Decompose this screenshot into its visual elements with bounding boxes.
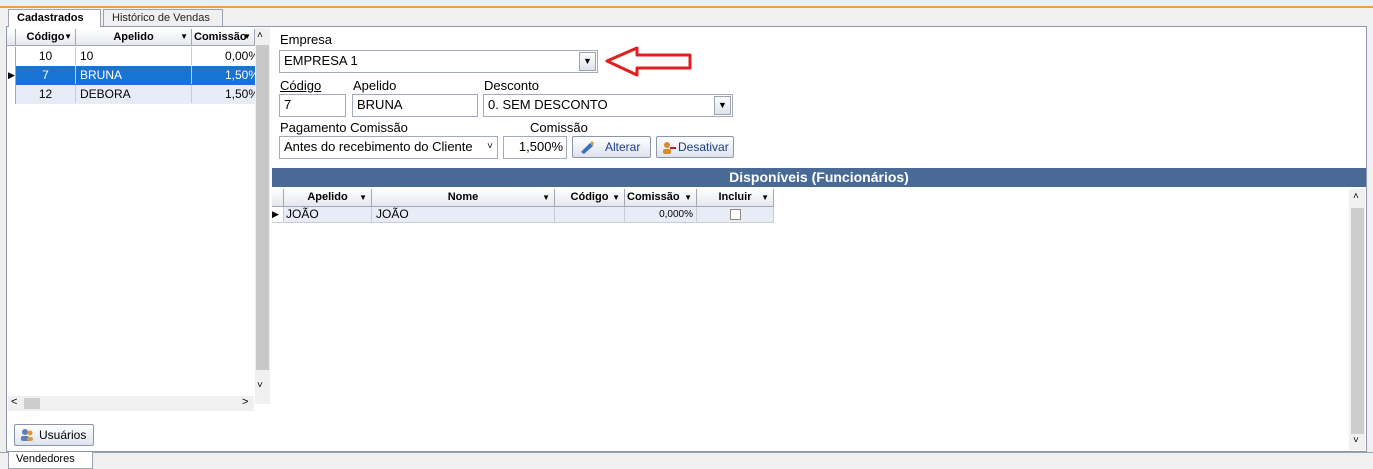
alterar-button-label: Alterar bbox=[605, 140, 641, 154]
row-indicator bbox=[8, 85, 16, 104]
cell-codigo[interactable] bbox=[555, 207, 625, 223]
table-row[interactable]: 12 DEBORA 1,50% bbox=[16, 85, 262, 104]
pagamento-value: Antes do recebimento do Cliente bbox=[284, 139, 473, 154]
cell-apelido: BRUNA bbox=[76, 66, 192, 84]
codigo-field[interactable]: 7 bbox=[279, 94, 346, 117]
empresa-select[interactable]: EMPRESA 1 ▼ bbox=[279, 50, 598, 73]
filter-dropdown-icon[interactable]: ▼ bbox=[612, 189, 620, 206]
pagamento-comissao-label: Pagamento Comissão bbox=[280, 120, 408, 135]
grid-corner bbox=[272, 189, 284, 207]
chevron-down-icon[interactable]: ▼ bbox=[579, 52, 596, 71]
row-indicator bbox=[8, 47, 16, 66]
col-header-codigo[interactable]: Código ▼ bbox=[16, 29, 76, 46]
left-vertical-scroll-thumb[interactable] bbox=[256, 45, 269, 370]
table-row[interactable]: 10 10 0,00% bbox=[16, 47, 262, 66]
col-header-codigo[interactable]: Código ▼ bbox=[555, 189, 625, 207]
col-header-apelido[interactable]: Apelido ▼ bbox=[76, 29, 192, 46]
scroll-up-icon[interactable]: ˄ bbox=[257, 30, 263, 41]
filter-dropdown-icon[interactable]: ▼ bbox=[761, 189, 769, 206]
tab-vendedores[interactable]: Vendedores bbox=[8, 452, 93, 469]
scroll-up-icon[interactable]: ˄ bbox=[1353, 191, 1359, 202]
col-header-apelido-label: Apelido bbox=[113, 31, 154, 43]
cell-codigo: 12 bbox=[16, 85, 76, 103]
grid-corner bbox=[7, 29, 16, 46]
desconto-label: Desconto bbox=[484, 78, 539, 93]
table-row-selected[interactable]: 7 BRUNA 1,50% bbox=[16, 66, 262, 85]
bottom-tab-strip bbox=[0, 452, 1373, 469]
cell-codigo: 10 bbox=[16, 47, 76, 65]
col-header-codigo-label: Código bbox=[26, 31, 65, 43]
col-header-incluir[interactable]: Incluir ▼ bbox=[697, 189, 774, 207]
filter-dropdown-icon[interactable]: ▼ bbox=[64, 29, 72, 45]
red-arrow-annotation-icon bbox=[605, 46, 692, 77]
col-header-comissao-label: Comissão bbox=[627, 191, 680, 203]
usuarios-button[interactable]: Usuários bbox=[14, 424, 94, 446]
users-icon bbox=[21, 429, 33, 441]
col-header-apelido-label: Apelido bbox=[307, 191, 348, 203]
filter-dropdown-icon[interactable]: ▼ bbox=[359, 189, 367, 206]
scroll-down-icon[interactable]: ˅ bbox=[257, 380, 263, 391]
apelido-label: Apelido bbox=[353, 78, 397, 93]
col-header-nome[interactable]: Nome ▼ bbox=[372, 189, 555, 207]
empresa-value: EMPRESA 1 bbox=[284, 53, 358, 68]
empresa-label: Empresa bbox=[280, 32, 333, 47]
col-header-comissao-label: Comissão bbox=[194, 31, 247, 43]
top-accent-line bbox=[0, 6, 1373, 8]
desativar-button[interactable]: Desativar bbox=[656, 136, 734, 158]
col-header-comissao[interactable]: Comissão ▼ bbox=[192, 29, 255, 46]
desativar-button-label: Desativar bbox=[678, 140, 729, 154]
desconto-select[interactable]: 0. SEM DESCONTO ▼ bbox=[483, 94, 733, 117]
user-remove-icon bbox=[663, 142, 676, 154]
cell-codigo: 7 bbox=[16, 66, 76, 84]
cell-apelido: 10 bbox=[76, 47, 192, 65]
codigo-label: Código bbox=[280, 78, 322, 93]
tab-historico-vendas[interactable]: Histórico de Vendas bbox=[103, 9, 223, 27]
cell-apelido[interactable]: JOÃO bbox=[284, 207, 372, 223]
current-row-indicator-icon: ▶ bbox=[8, 66, 16, 85]
cell-nome[interactable]: JOÃO bbox=[372, 207, 555, 223]
filter-dropdown-icon[interactable]: ▼ bbox=[243, 29, 251, 45]
disponiveis-title-bar: Disponíveis (Funcionários) bbox=[272, 168, 1366, 187]
desconto-value: 0. SEM DESCONTO bbox=[488, 97, 608, 112]
col-header-apelido[interactable]: Apelido ▼ bbox=[284, 189, 372, 207]
pagamento-comissao-select[interactable]: Antes do recebimento do Cliente ˅ bbox=[279, 136, 498, 159]
cell-comissao: 1,50% bbox=[224, 68, 259, 82]
cell-apelido: DEBORA bbox=[76, 85, 192, 103]
filter-dropdown-icon[interactable]: ▼ bbox=[180, 29, 188, 45]
chevron-down-icon[interactable]: ▼ bbox=[714, 96, 731, 115]
left-horizontal-scrollbar[interactable] bbox=[8, 396, 254, 411]
scroll-right-icon[interactable]: > bbox=[242, 396, 248, 408]
alterar-button[interactable]: Alterar bbox=[572, 136, 651, 158]
comissao-field[interactable]: 1,500% bbox=[503, 136, 567, 159]
tab-cadastrados[interactable]: Cadastrados bbox=[8, 9, 101, 27]
col-header-codigo-label: Código bbox=[570, 191, 609, 203]
cell-comissao: 1,50% bbox=[224, 87, 259, 101]
apelido-field[interactable]: BRUNA bbox=[352, 94, 478, 117]
filter-dropdown-icon[interactable]: ▼ bbox=[684, 189, 692, 206]
filter-dropdown-icon[interactable]: ▼ bbox=[542, 189, 550, 206]
col-header-comissao[interactable]: Comissão ▼ bbox=[625, 189, 697, 207]
cell-comissao[interactable]: 0,000% bbox=[625, 207, 697, 223]
incluir-checkbox[interactable] bbox=[730, 209, 741, 220]
col-header-nome-label: Nome bbox=[447, 191, 479, 203]
cell-comissao: 0,00% bbox=[224, 49, 259, 63]
cell-incluir[interactable] bbox=[697, 207, 774, 223]
col-header-incluir-label: Incluir bbox=[718, 191, 752, 203]
edit-pencil-icon bbox=[581, 141, 594, 154]
right-vertical-scroll-thumb[interactable] bbox=[1351, 208, 1364, 434]
current-row-indicator-icon: ▶ bbox=[272, 207, 284, 223]
usuarios-button-label: Usuários bbox=[39, 428, 87, 442]
scroll-down-icon[interactable]: ˅ bbox=[1353, 435, 1359, 446]
comissao-label: Comissão bbox=[530, 120, 588, 135]
chevron-down-icon[interactable]: ˅ bbox=[487, 137, 493, 157]
left-horizontal-scroll-thumb[interactable] bbox=[24, 398, 40, 409]
scroll-left-icon[interactable]: < bbox=[11, 396, 17, 408]
